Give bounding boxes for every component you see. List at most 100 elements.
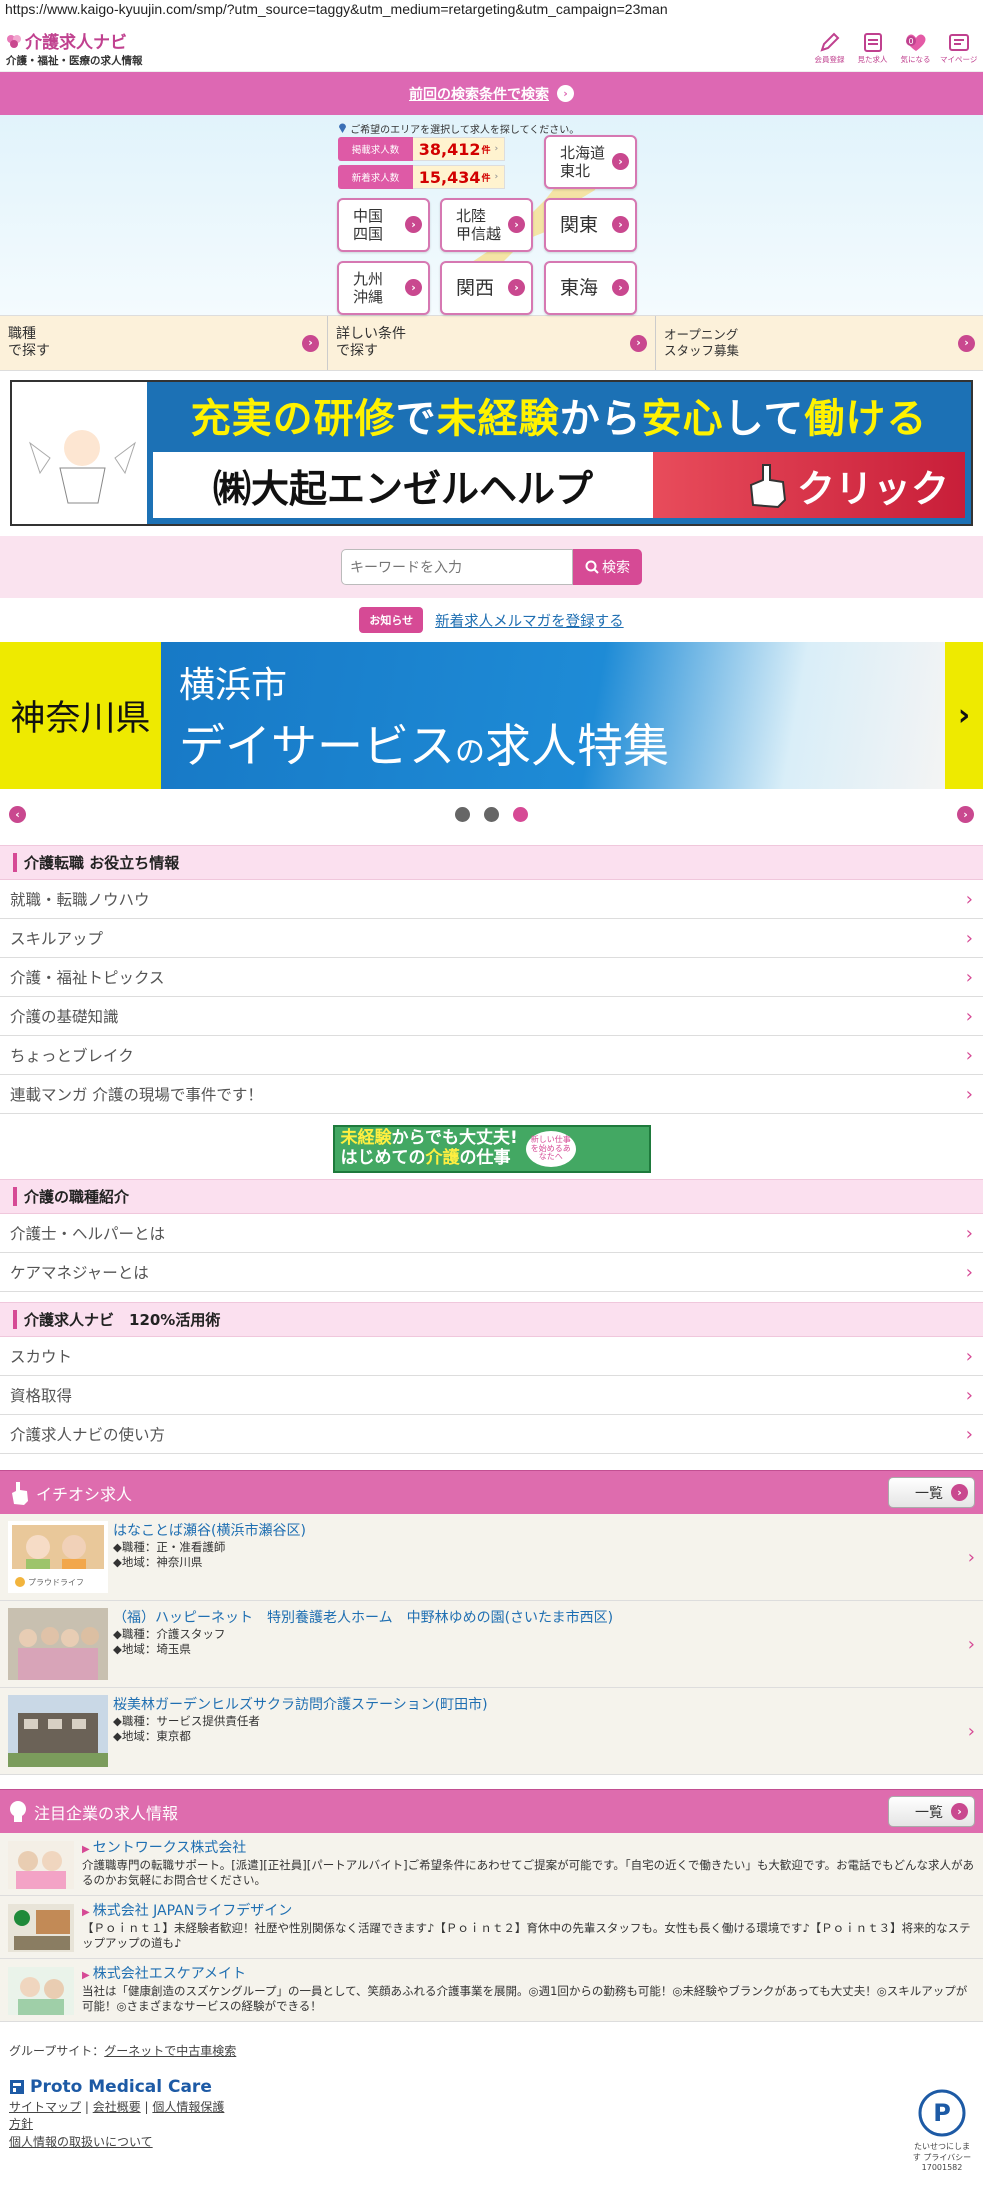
carousel-prev-button[interactable]: ‹ xyxy=(9,805,26,823)
carousel-dot[interactable] xyxy=(455,806,470,822)
keyword-input[interactable] xyxy=(341,549,573,585)
carousel-next-button[interactable]: › xyxy=(957,805,974,823)
chevron-right-icon: › xyxy=(965,1083,973,1105)
carousel-controls: ‹ › xyxy=(0,789,983,839)
job-thumbnail xyxy=(8,1695,108,1767)
menu-item-manga[interactable]: 連載マンガ 介護の現場で事件です！ › xyxy=(0,1075,983,1114)
chevron-right-icon: › xyxy=(965,966,973,988)
group-site-link[interactable]: グーネットで中古車検索 xyxy=(104,2044,236,2058)
company-name-link[interactable]: 株式会社 JAPANライフデザイン xyxy=(93,1903,293,1919)
search-by-occupation[interactable]: 職種 で探す › xyxy=(0,316,328,370)
browser-url[interactable]: https://www.kaigo-kyuujin.com/smp/?utm_s… xyxy=(0,0,983,24)
menu-item-how-to-use[interactable]: 介護求人ナビの使い方 › xyxy=(0,1415,983,1454)
favorites-button[interactable]: 0 気になる xyxy=(897,30,934,65)
company-name-link[interactable]: セントワークス株式会社 xyxy=(93,1840,247,1856)
page-icon xyxy=(948,34,969,51)
job-listing[interactable]: （福）ハッピーネット 特別養護老人ホーム 中野林ゆめの園(さいたま市西区) ◆職… xyxy=(0,1601,983,1688)
menu-item-break[interactable]: ちょっとブレイク › xyxy=(0,1036,983,1075)
region-chugoku-shikoku[interactable]: 中国 四国 › xyxy=(337,198,430,252)
featured-all-button[interactable]: 一覧 › xyxy=(888,1796,975,1827)
new-jobs-stat: 新着求人数 15,434 件 › xyxy=(338,165,505,189)
carousel-dot[interactable] xyxy=(484,806,499,822)
chevron-right-icon: › xyxy=(951,1484,968,1501)
group-site: グループサイト：グーネットで中古車検索 xyxy=(9,2044,237,2058)
chevron-right-icon: › xyxy=(405,216,422,233)
menu-item-scout[interactable]: スカウト › xyxy=(0,1337,983,1376)
search-by-conditions[interactable]: 詳しい条件 で探す › xyxy=(328,316,656,370)
menu-item-basics[interactable]: 介護の基礎知識 › xyxy=(0,997,983,1036)
carousel-dot-active[interactable] xyxy=(513,806,528,822)
proto-logo-icon xyxy=(10,2080,24,2094)
section-title-usage: 介護求人ナビ 120%活用術 xyxy=(0,1302,983,1337)
featured-title: 注目企業の求人情報 xyxy=(34,1803,179,1823)
menu-item-qualification[interactable]: 資格取得 › xyxy=(0,1376,983,1415)
company-listing[interactable]: ▶ 株式会社 JAPANライフデザイン 【Ｐｏｉｎｔ１】未経験者歓迎！社歴や性別関… xyxy=(0,1896,983,1959)
menu-item-topics[interactable]: 介護・福祉トピックス › xyxy=(0,958,983,997)
site-footer: グループサイト：グーネットで中古車検索 Proto Medical Care サ… xyxy=(0,2022,983,2172)
region-kansai[interactable]: 関西 › xyxy=(440,261,533,315)
footer-logo[interactable]: Proto Medical Care xyxy=(9,2077,974,2097)
banner1-company: ㈱大起エンゼルヘルプ xyxy=(153,452,653,518)
mini-banner-tag: 新しい仕事を始めるあなたへ xyxy=(525,1131,576,1167)
pencil-icon xyxy=(819,32,839,52)
angel-help-banner[interactable]: 充実の研修で未経験 から 安心 して 働ける ㈱大起エンゼルヘルプ クリック xyxy=(10,380,973,526)
notice-bar: お知らせ 新着求人メルマガを登録する xyxy=(0,598,983,642)
menu-item-caregiver[interactable]: 介護士・ヘルパーとは › xyxy=(0,1214,983,1253)
chevron-right-icon: › xyxy=(965,1261,973,1283)
previous-search-button[interactable]: 前回の検索条件で検索 › xyxy=(0,72,983,115)
footer-link-privacy[interactable]: 個人情報保護 xyxy=(152,2100,224,2114)
chevron-right-icon: › xyxy=(630,334,647,352)
chevron-right-icon: › xyxy=(967,1633,975,1655)
chevron-right-icon: › xyxy=(967,1720,975,1742)
region-kanto[interactable]: 関東 › xyxy=(544,198,637,252)
banner1-headline: 充実の研修で未経験 から 安心 して 働ける xyxy=(190,396,928,442)
logo-subtitle: 介護・福祉・医療の求人情報 xyxy=(6,55,143,67)
banner2-next-arrow[interactable]: › xyxy=(945,642,983,789)
banner2-pref: 神奈川県 xyxy=(0,642,161,789)
company-name-link[interactable]: 株式会社エスケアメイト xyxy=(93,1966,246,1982)
job-title-link[interactable]: 桜美林ガーデンヒルズサクラ訪問介護ステーション(町田市) xyxy=(113,1697,488,1713)
footer-link-sitemap[interactable]: サイトマップ xyxy=(9,2100,81,2114)
kanagawa-feature-banner[interactable]: 神奈川県 横浜市 デイサービスの求人特集 › xyxy=(0,642,983,789)
job-thumbnail xyxy=(8,1608,108,1680)
job-listing[interactable]: プラウドライフ はなことば瀬谷(横浜市瀬谷区) ◆職種：正・准看護師 ◆地域：神… xyxy=(0,1514,983,1601)
company-listing[interactable]: ▶ 株式会社エスケアメイト 当社は「健康創造のスズケングループ」の一員として、笑顔… xyxy=(0,1959,983,2022)
site-logo[interactable]: 介護求人ナビ 介護・福祉・医療の求人情報 xyxy=(6,28,143,68)
chevron-right-icon: › xyxy=(965,927,973,949)
chevron-right-icon: › xyxy=(405,279,422,296)
footer-link-company[interactable]: 会社概要 xyxy=(93,2100,141,2114)
job-listing[interactable]: 桜美林ガーデンヒルズサクラ訪問介護ステーション(町田市) ◆職種：サービス提供責… xyxy=(0,1688,983,1775)
menu-item-skillup[interactable]: スキルアップ › xyxy=(0,919,983,958)
triangle-icon: ▶ xyxy=(82,1907,90,1918)
first-care-job-banner[interactable]: 未経験からでも大丈夫! はじめての介護の仕事 新しい仕事を始めるあなたへ xyxy=(332,1125,651,1173)
area-instruction: ご希望のエリアを選択して求人を探してください。 xyxy=(338,121,579,136)
mypage-button[interactable]: マイページ xyxy=(940,30,977,65)
menu-item-job-knowhow[interactable]: 就職・転職ノウハウ › xyxy=(0,880,983,919)
logo-text: 介護求人ナビ xyxy=(25,33,127,53)
company-listing[interactable]: ▶ セントワークス株式会社 介護職専門の転職サポート。[派遣][正社員][パートア… xyxy=(0,1833,983,1896)
pickup-all-button[interactable]: 一覧 › xyxy=(888,1477,975,1508)
footer-link-privacy-policy[interactable]: 方針 xyxy=(9,2117,33,2131)
search-icon xyxy=(585,560,599,574)
region-tokai[interactable]: 東海 › xyxy=(544,261,637,315)
opening-staff-search[interactable]: オープニング スタッフ募集 › xyxy=(656,316,983,370)
chevron-right-icon: › xyxy=(965,1005,973,1027)
job-title-link[interactable]: （福）ハッピーネット 特別養護老人ホーム 中野林ゆめの園(さいたま市西区) xyxy=(113,1610,613,1626)
chevron-right-icon: › xyxy=(508,216,525,233)
job-thumbnail: プラウドライフ xyxy=(8,1521,108,1593)
company-description: 介護職専門の転職サポート。[派遣][正社員][パートアルバイト]ご希望条件にあわ… xyxy=(82,1857,974,1888)
region-hokuriku-koshinetsu[interactable]: 北陸 甲信越 › xyxy=(440,198,533,252)
job-title-link[interactable]: はなことば瀬谷(横浜市瀬谷区) xyxy=(113,1523,306,1539)
viewed-jobs-button[interactable]: 見た求人 xyxy=(854,30,891,65)
region-kyushu-okinawa[interactable]: 九州 沖縄 › xyxy=(337,261,430,315)
register-button[interactable]: 会員登録 xyxy=(811,30,848,65)
menu-item-care-manager[interactable]: ケアマネジャーとは › xyxy=(0,1253,983,1292)
banner1-click: クリック xyxy=(653,452,965,518)
notice-badge: お知らせ xyxy=(359,607,424,633)
keyword-search-button[interactable]: 検索 xyxy=(573,549,642,585)
chevron-right-icon: › xyxy=(508,279,525,296)
region-hokkaido-tohoku[interactable]: 北海道 東北 › xyxy=(544,135,637,189)
chevron-right-icon: › xyxy=(612,153,629,170)
newsletter-link[interactable]: 新着求人メルマガを登録する xyxy=(435,610,624,631)
footer-link-personal-info[interactable]: 個人情報の取扱いについて xyxy=(9,2135,153,2149)
